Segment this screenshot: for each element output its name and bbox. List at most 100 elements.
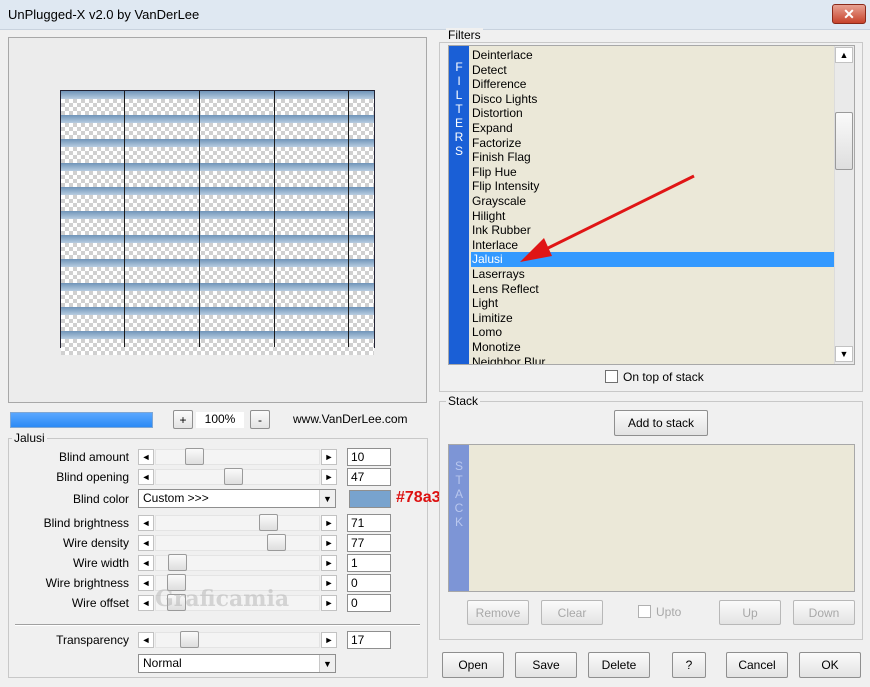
blind-brightness-thumb[interactable] (259, 514, 278, 531)
wire-offset-right-arrow[interactable]: ► (321, 595, 337, 611)
blind-amount-track[interactable] (155, 449, 320, 465)
blind-opening-value[interactable]: 47 (347, 468, 391, 486)
zoom-in-button[interactable]: + (173, 410, 193, 429)
website-link[interactable]: www.VanDerLee.com (293, 412, 408, 426)
filter-item[interactable]: Expand (471, 121, 836, 136)
blind-opening-left-arrow[interactable]: ◄ (138, 469, 154, 485)
wire-width-value[interactable]: 1 (347, 554, 391, 572)
save-button[interactable]: Save (515, 652, 577, 678)
wire-density-right-arrow[interactable]: ► (321, 535, 337, 551)
cancel-button[interactable]: Cancel (726, 652, 788, 678)
blind-amount-value[interactable]: 10 (347, 448, 391, 466)
pointer-arrow-annotation (520, 174, 695, 262)
wire-density-label: Wire density (62, 536, 129, 550)
blind-stripe (61, 307, 374, 315)
blind-amount-left-arrow[interactable]: ◄ (138, 449, 154, 465)
transparent-gap (61, 315, 374, 331)
zoom-out-button[interactable]: - (250, 410, 270, 429)
wire-brightness-value[interactable]: 0 (347, 574, 391, 592)
help-button[interactable]: ? (672, 652, 706, 678)
blind-stripe (61, 115, 374, 123)
window-title: UnPlugged-X v2.0 by VanDerLee (8, 7, 200, 22)
watermark: Graficamia (155, 586, 290, 612)
blind-stripe (61, 283, 374, 291)
blind-brightness-left-arrow[interactable]: ◄ (138, 515, 154, 531)
blind-color-select[interactable]: Custom >>> (138, 489, 336, 508)
wire-brightness-right-arrow[interactable]: ► (321, 575, 337, 591)
filter-item[interactable]: Limitize (471, 311, 836, 326)
blind-opening-right-arrow[interactable]: ► (321, 469, 337, 485)
transparent-gap (61, 171, 374, 187)
upto-checkbox[interactable] (638, 605, 651, 618)
close-button[interactable]: ✕ (832, 4, 866, 24)
chevron-down-icon[interactable]: ▼ (319, 655, 335, 672)
stack-tab-letter: C (454, 501, 464, 515)
wire-density-value[interactable]: 77 (347, 534, 391, 552)
wire-density-track[interactable] (155, 535, 320, 551)
wire-density-left-arrow[interactable]: ◄ (138, 535, 154, 551)
blind-amount-thumb[interactable] (185, 448, 204, 465)
blind-amount-right-arrow[interactable]: ► (321, 449, 337, 465)
wire-offset-left-arrow[interactable]: ◄ (138, 595, 154, 611)
add-to-stack-button[interactable]: Add to stack (614, 410, 708, 436)
filter-item[interactable]: Light (471, 296, 836, 311)
stack-tab-letter: K (454, 515, 463, 529)
down-button[interactable]: Down (793, 600, 855, 625)
filter-item[interactable]: Distortion (471, 106, 836, 121)
filters-scrollbar[interactable] (834, 46, 854, 364)
transparent-gap (61, 195, 374, 211)
blend-mode-select[interactable]: Normal (138, 654, 336, 673)
stack-list[interactable] (448, 444, 855, 592)
transparency-value[interactable]: 17 (347, 631, 391, 649)
clear-button[interactable]: Clear (541, 600, 603, 625)
filter-item[interactable]: Factorize (471, 136, 836, 151)
filter-item[interactable]: Lens Reflect (471, 282, 836, 297)
filter-item[interactable]: Laserrays (471, 267, 836, 282)
filter-item[interactable]: Detect (471, 63, 836, 78)
blind-color-swatch[interactable] (349, 490, 391, 508)
transparency-left-arrow[interactable]: ◄ (138, 632, 154, 648)
blind-brightness-track[interactable] (155, 515, 320, 531)
filters-tab-letter: L (455, 88, 463, 102)
filters-tab-letter: T (455, 102, 463, 116)
blind-stripe (61, 259, 374, 267)
wire-density-thumb[interactable] (267, 534, 286, 551)
filter-item[interactable]: Monotize (471, 340, 836, 355)
filter-item[interactable]: Lomo (471, 325, 836, 340)
filter-item[interactable]: Deinterlace (471, 48, 836, 63)
scroll-thumb[interactable] (835, 112, 853, 170)
blind-brightness-label: Blind brightness (43, 516, 129, 530)
left-arrow-icon: ◄ (141, 538, 151, 548)
blind-opening-thumb[interactable] (224, 468, 243, 485)
transparent-gap (61, 147, 374, 163)
on-top-checkbox[interactable] (605, 370, 618, 383)
wire-width-right-arrow[interactable]: ► (321, 555, 337, 571)
wire-brightness-left-arrow[interactable]: ◄ (138, 575, 154, 591)
wire-offset-value[interactable]: 0 (347, 594, 391, 612)
right-arrow-icon: ► (324, 452, 334, 462)
transparent-gap (61, 267, 374, 283)
blind-brightness-value[interactable]: 71 (347, 514, 391, 532)
transparency-thumb[interactable] (180, 631, 199, 648)
filter-item[interactable]: Difference (471, 77, 836, 92)
filters-tab-letter: F (455, 60, 463, 74)
transparency-right-arrow[interactable]: ► (321, 632, 337, 648)
stack-tab-letter: S (454, 459, 463, 473)
open-button[interactable]: Open (442, 652, 504, 678)
filter-item[interactable]: Neighbor Blur (471, 355, 836, 364)
blind-brightness-right-arrow[interactable]: ► (321, 515, 337, 531)
remove-button[interactable]: Remove (467, 600, 529, 625)
filter-item[interactable]: Disco Lights (471, 92, 836, 107)
wire-width-left-arrow[interactable]: ◄ (138, 555, 154, 571)
transparent-gap (61, 291, 374, 307)
scroll-down-button[interactable]: ▼ (835, 346, 853, 362)
filter-item[interactable]: Finish Flag (471, 150, 836, 165)
ok-button[interactable]: OK (799, 652, 861, 678)
delete-button[interactable]: Delete (588, 652, 650, 678)
chevron-down-icon[interactable]: ▼ (319, 490, 335, 507)
blind-amount-label: Blind amount (58, 450, 129, 464)
transparent-gap (61, 219, 374, 235)
wire-width-thumb[interactable] (168, 554, 187, 571)
scroll-up-button[interactable]: ▲ (835, 47, 853, 63)
up-button[interactable]: Up (719, 600, 781, 625)
